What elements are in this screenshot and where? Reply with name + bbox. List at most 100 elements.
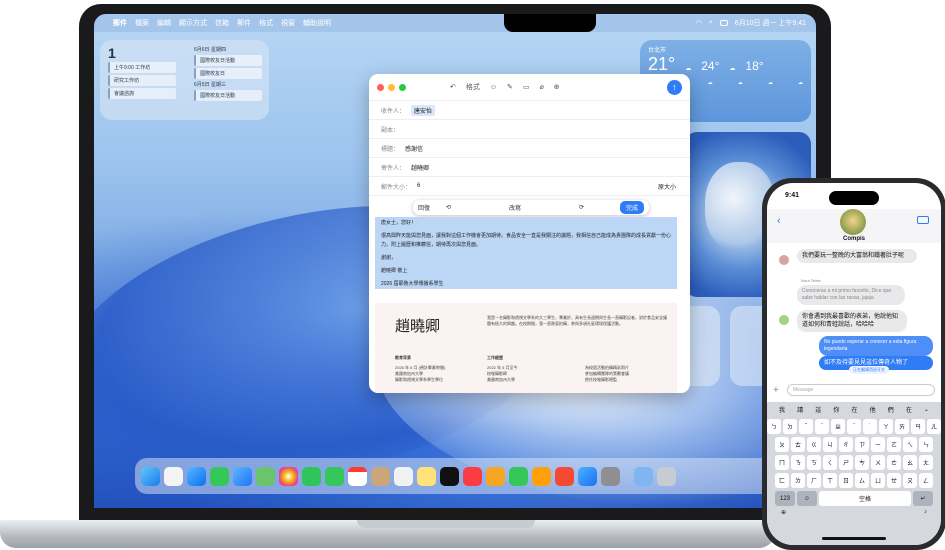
app-store-icon[interactable] xyxy=(578,466,597,486)
key[interactable]: ㄆ xyxy=(775,437,789,452)
candidate[interactable]: 你 xyxy=(833,405,839,414)
key[interactable]: ㄋ xyxy=(791,455,805,470)
key[interactable]: ㄥ xyxy=(919,473,933,488)
key[interactable]: ㄕ xyxy=(839,455,853,470)
key[interactable]: ㄌ xyxy=(791,473,805,488)
redo-icon[interactable]: ⟳ xyxy=(579,204,584,211)
key[interactable]: ㄉ xyxy=(783,419,797,434)
key[interactable]: ㄙ xyxy=(855,473,869,488)
key[interactable]: ㄨ xyxy=(871,455,885,470)
key[interactable]: ㄓ xyxy=(831,419,845,434)
calendar-icon[interactable] xyxy=(348,466,367,486)
photo-icon[interactable]: ▭ xyxy=(523,83,530,91)
candidate[interactable]: 在 xyxy=(851,405,857,414)
from-field[interactable]: 寄件人： 趙曉卿 xyxy=(369,158,690,177)
undo-icon[interactable]: ⟲ xyxy=(446,204,451,211)
emoji-icon[interactable]: ☺ xyxy=(490,84,497,91)
menu-clock[interactable]: 6月10日 週一 上午9:41 xyxy=(735,18,806,28)
mail-icon[interactable] xyxy=(233,466,252,486)
notes-icon[interactable] xyxy=(417,466,436,486)
candidate[interactable]: 請 xyxy=(797,405,803,414)
key[interactable]: ˙ xyxy=(863,419,877,434)
recipient-chip[interactable]: 唐安怡 xyxy=(411,104,436,116)
key[interactable]: ㄗ xyxy=(855,437,869,452)
downloads-folder-icon[interactable] xyxy=(634,466,653,486)
candidate[interactable]: 在 xyxy=(906,405,912,414)
contacts-icon[interactable] xyxy=(371,466,390,486)
done-button[interactable]: 完成 xyxy=(619,201,644,214)
key[interactable]: ㄠ xyxy=(903,455,917,470)
message-bubble-translated[interactable]: 你會遇到我最喜歡的表弟，他說他知道如何和青蛙說話，哈哈哈 xyxy=(797,310,907,332)
key[interactable]: ㄟ xyxy=(903,437,917,452)
key[interactable]: ㄊ xyxy=(791,437,805,452)
key[interactable]: ㄅ xyxy=(767,419,781,434)
key[interactable]: ㄣ xyxy=(919,437,933,452)
wifi-icon[interactable]: ◠ xyxy=(696,19,702,27)
music-icon[interactable] xyxy=(463,466,482,486)
attachment-icon[interactable]: ⌀ xyxy=(540,83,544,91)
key[interactable]: ㄏ xyxy=(807,473,821,488)
globe-icon[interactable]: ⊕ xyxy=(781,509,786,516)
message-bubble-outgoing-original[interactable]: No puedo esperar a conocer a esta figura… xyxy=(819,336,933,356)
keynote-icon[interactable] xyxy=(486,466,505,486)
video-call-icon[interactable] xyxy=(917,216,929,224)
key[interactable]: ㄝ xyxy=(887,473,901,488)
menu-item-view[interactable]: 顯示方式 xyxy=(179,18,207,28)
menu-item-format[interactable]: 格式 xyxy=(259,18,273,28)
menu-item-help[interactable]: 輔助說明 xyxy=(303,18,331,28)
key[interactable]: ㄞ xyxy=(895,419,909,434)
space-key[interactable]: 空格 xyxy=(819,491,911,506)
key[interactable]: ㄡ xyxy=(903,473,917,488)
key[interactable]: ㄘ xyxy=(855,455,869,470)
more-icon[interactable]: ⊕ xyxy=(554,83,560,91)
calendar-widget[interactable]: 1 上午9:00 工作坊 研究工作坊 會議諮詢 6月6日 星期四 國際校友日活動… xyxy=(100,40,269,120)
phone-icon[interactable] xyxy=(325,466,344,486)
key[interactable]: ㄜ xyxy=(887,455,901,470)
reminders-icon[interactable] xyxy=(394,466,413,486)
size-field[interactable]: 郵件大小： 6 原大小 xyxy=(369,177,690,196)
key[interactable]: ㄔ xyxy=(839,437,853,452)
menu-item-file[interactable]: 檔案 xyxy=(135,18,149,28)
facetime-icon[interactable] xyxy=(302,466,321,486)
launchpad-icon[interactable] xyxy=(164,466,183,486)
key[interactable]: ㄚ xyxy=(879,419,893,434)
trash-icon[interactable] xyxy=(657,466,676,486)
to-field[interactable]: 收件人： 唐安怡 xyxy=(369,101,690,120)
key[interactable]: ㄖ xyxy=(839,473,853,488)
subject-field[interactable]: 標題： 感謝信 xyxy=(369,139,690,158)
maps-icon[interactable] xyxy=(256,466,275,486)
back-chevron-icon[interactable]: ‹ xyxy=(777,215,781,227)
safari-icon[interactable] xyxy=(187,466,206,486)
candidate[interactable]: 我 xyxy=(779,405,785,414)
apple-tv-icon[interactable] xyxy=(440,466,459,486)
message-input[interactable]: Message xyxy=(787,384,935,396)
group-name[interactable]: Compis xyxy=(833,236,875,242)
format-button[interactable]: 格式 xyxy=(466,82,480,92)
key[interactable]: ㄢ xyxy=(911,419,925,434)
photos-icon[interactable] xyxy=(279,466,298,486)
return-key-icon[interactable]: ↵ xyxy=(913,491,933,506)
numbers-icon[interactable] xyxy=(509,466,528,486)
key[interactable]: ˇ xyxy=(799,419,813,434)
launcher-icon[interactable] xyxy=(555,466,574,486)
candidate[interactable]: 這 xyxy=(815,405,821,414)
key[interactable]: ㄎ xyxy=(807,455,821,470)
key[interactable]: ㄛ xyxy=(887,437,901,452)
cc-field[interactable]: 副本： xyxy=(369,120,690,139)
mail-body[interactable]: 唐女士，您好！ 很高興昨天能與您見面，讓我對這個工作機會更加期待。食品安全一直是… xyxy=(381,219,677,293)
key[interactable]: ㄈ xyxy=(775,473,789,488)
from-value[interactable]: 趙曉卿 xyxy=(411,163,429,172)
messages-icon[interactable] xyxy=(210,466,229,486)
key[interactable]: ˊ xyxy=(847,419,861,434)
key[interactable]: ㄩ xyxy=(871,473,885,488)
key[interactable]: ㄤ xyxy=(919,455,933,470)
resume-attachment-preview[interactable]: 趙曉卿 我是一名攝影和透視文學系的大三學生，專業於，具有生長週期與生長一直攝影記… xyxy=(375,303,677,393)
close-button[interactable] xyxy=(377,83,384,91)
candidate[interactable]: 他 xyxy=(870,405,876,414)
battery-icon[interactable] xyxy=(719,20,728,26)
key[interactable]: ㄐ xyxy=(823,437,837,452)
key[interactable]: ˋ xyxy=(815,419,829,434)
pages-icon[interactable] xyxy=(532,466,551,486)
message-bubble-incoming[interactable]: 我們要玩一整晚的大富翁和鐵著肚子呢 xyxy=(797,249,917,263)
menu-app-name[interactable]: 郵件 xyxy=(113,18,127,28)
